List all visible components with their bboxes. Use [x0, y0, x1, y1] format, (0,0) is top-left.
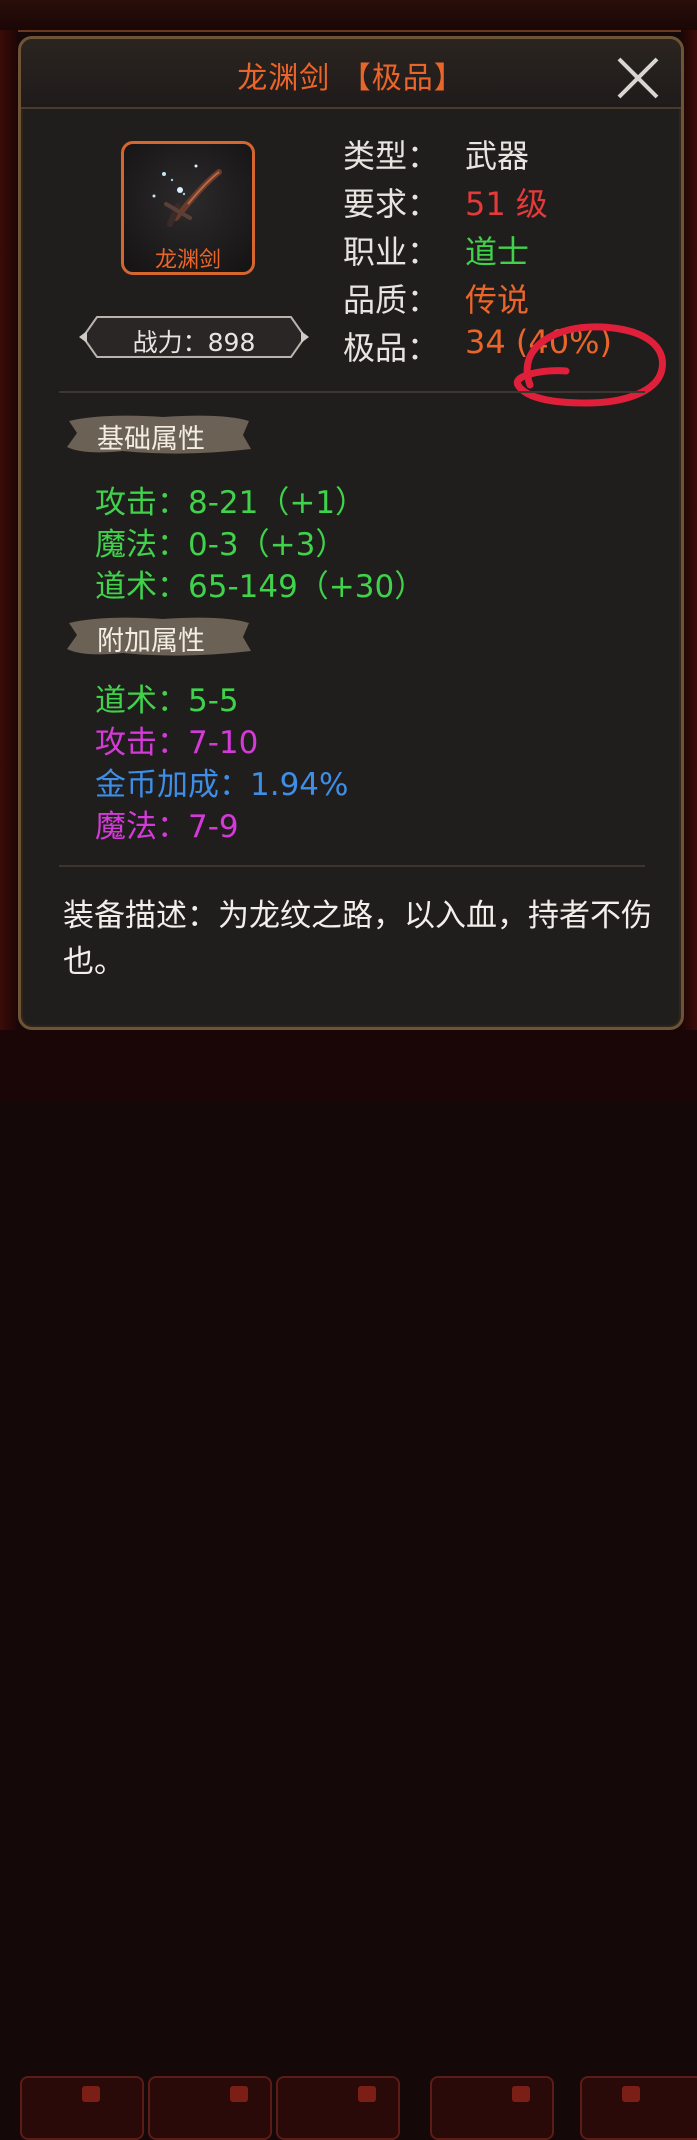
background-top-bar [0, 0, 697, 32]
sword-icon [152, 164, 222, 227]
base-attr-magic: 魔法：0-3（+3） [95, 527, 347, 563]
title-bar: 龙渊剑 【极品】 [21, 39, 681, 109]
superior-value: 34 (40%) [465, 323, 612, 361]
info-row-class: 职业： 道士 [343, 227, 529, 271]
extra-attr-gold-bonus: 金币加成：1.94% [95, 767, 349, 803]
section-header-text: 基础属性 [97, 424, 205, 455]
quality-value: 传说 [465, 281, 530, 319]
extra-attr-attack: 攻击：7-10 [95, 725, 259, 761]
item-detail-popup: 龙渊剑 【极品】 龙渊剑 战力：898 类型： 武器 要求： 51 级 职业： … [18, 36, 684, 1030]
section-header-base: 基础属性 [63, 411, 253, 457]
close-x-icon [617, 57, 659, 99]
bottom-slot [276, 2076, 400, 2140]
class-label: 职业： [343, 233, 440, 271]
close-button[interactable] [611, 51, 665, 105]
info-row-superior: 极品： 34 (40%) [343, 323, 612, 367]
bottom-slot [430, 2076, 554, 2140]
divider [59, 865, 645, 867]
item-icon-slot: 龙渊剑 [121, 141, 255, 275]
divider [59, 391, 645, 393]
background-bottom-bar [0, 1030, 697, 2140]
type-value: 武器 [465, 137, 530, 175]
extra-attr-magic: 魔法：7-9 [95, 809, 239, 845]
bottom-slot [20, 2076, 144, 2140]
bottom-slot [148, 2076, 272, 2140]
bottom-slot [580, 2076, 697, 2140]
lock-icon [82, 2086, 100, 2102]
require-value: 51 级 [465, 185, 548, 223]
item-name-label: 龙渊剑 [154, 248, 221, 273]
base-attr-attack: 攻击：8-21（+1） [95, 485, 367, 521]
info-row-require: 要求： 51 级 [343, 179, 548, 223]
info-row-type: 类型： 武器 [343, 131, 529, 175]
type-label: 类型： [343, 137, 440, 175]
quality-label: 品质： [343, 281, 440, 319]
section-header-text: 附加属性 [97, 626, 205, 657]
require-label: 要求： [343, 185, 440, 223]
base-attr-taoism: 道术：65-149（+30） [95, 569, 426, 605]
item-description: 装备描述：为龙纹之路，以入血，持者不伤也。 [63, 898, 652, 980]
info-row-quality: 品质： 传说 [343, 275, 529, 319]
class-value: 道士 [465, 233, 530, 271]
item-title: 龙渊剑 【极品】 [237, 61, 465, 96]
lock-icon [512, 2086, 530, 2102]
background-left-edge [0, 30, 18, 1030]
section-header-extra: 附加属性 [63, 613, 253, 659]
superior-label: 极品： [343, 329, 440, 367]
lock-icon [230, 2086, 248, 2102]
power-value: 战力：898 [132, 328, 256, 357]
power-badge: 战力：898 [79, 313, 309, 361]
extra-attr-taoism: 道术：5-5 [95, 683, 239, 719]
lock-icon [358, 2086, 376, 2102]
lock-icon [622, 2086, 640, 2102]
